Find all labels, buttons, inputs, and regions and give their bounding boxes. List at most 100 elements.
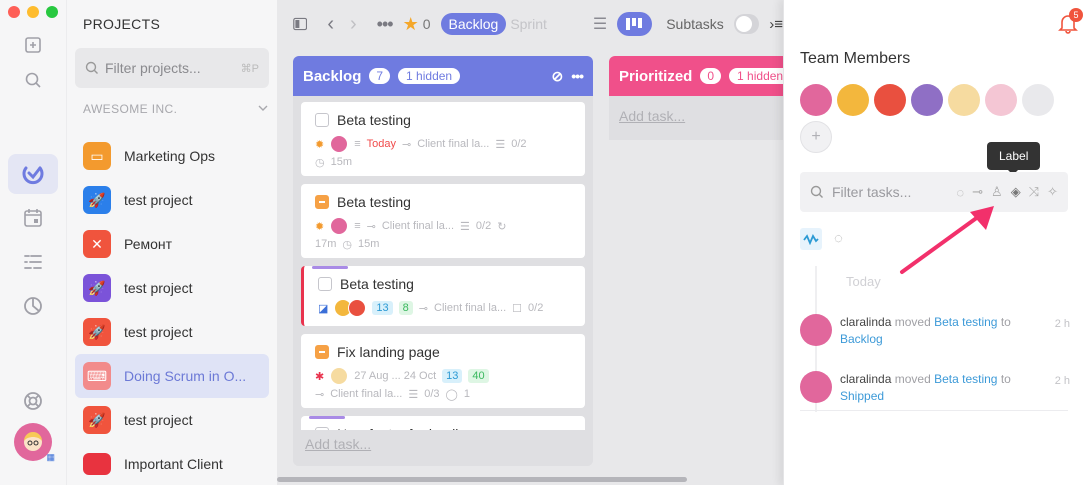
back-arrow-icon[interactable]: ‹ [327, 13, 334, 36]
board-view-icon[interactable] [617, 12, 653, 36]
tasks-icon[interactable] [8, 154, 58, 194]
more-options-icon[interactable]: ••• [571, 68, 584, 84]
column-prioritized: Prioritized 0 1 hidden Add task... [609, 56, 783, 156]
task-count-badge: 7 [369, 68, 391, 84]
filter-tasks-input[interactable] [832, 184, 942, 200]
search-icon[interactable] [8, 60, 58, 100]
tab-backlog[interactable]: Backlog [440, 13, 507, 35]
project-item-doing-scrum[interactable]: ⌨ Doing Scrum in O... [75, 354, 269, 398]
activity-tab-icon[interactable] [800, 228, 822, 250]
calendar-icon[interactable] [8, 198, 58, 238]
add-member-icon[interactable]: + [800, 121, 832, 153]
checklist-count: 0/2 [475, 220, 492, 232]
user-avatar[interactable]: ▦ [8, 422, 58, 462]
minimize-window-button[interactable] [27, 6, 39, 18]
help-icon[interactable] [8, 381, 58, 421]
zoom-window-button[interactable] [46, 6, 58, 18]
hidden-count-badge[interactable]: 1 hidden [398, 68, 461, 84]
timeline-date: Today [846, 274, 881, 289]
link-icon: ⊸ [402, 138, 412, 151]
forward-arrow-icon[interactable]: › [350, 13, 357, 36]
projects-title: PROJECTS [83, 16, 161, 32]
sparkle-filter-icon[interactable]: ✧ [1047, 184, 1058, 200]
project-item-marketing-ops[interactable]: ▭ Marketing Ops [75, 134, 269, 178]
eye-off-icon[interactable]: ⊘ [552, 68, 564, 85]
activity-target-link[interactable]: Backlog [840, 332, 883, 346]
activity-task-link[interactable]: Beta testing [934, 372, 997, 386]
project-item-test-project[interactable]: 🚀 test project [75, 266, 269, 310]
shuffle-filter-icon[interactable]: ⤨ [1029, 184, 1039, 200]
link-filter-icon[interactable]: ⊸ [972, 184, 983, 200]
rocket-icon: 🚀 [83, 186, 111, 214]
list-view-icon[interactable]: ☰ [593, 14, 607, 34]
checklist-icon: ☰ [460, 220, 470, 233]
subtasks-toggle[interactable] [733, 14, 760, 34]
column-body: Add task... [609, 96, 783, 140]
link-icon: ⊸ [315, 388, 325, 401]
project-item-important-client[interactable]: Important Client [75, 442, 269, 485]
horizontal-scrollbar[interactable] [277, 477, 687, 482]
add-task-link[interactable]: Add task... [303, 434, 583, 460]
star-icon[interactable]: ★ [403, 14, 419, 35]
assignee-avatar [330, 367, 349, 385]
more-options-icon[interactable]: ••• [377, 14, 394, 35]
task-card[interactable]: Beta testing ✹ ≡ Today ⊸ Client final la… [301, 102, 585, 176]
column-backlog: Backlog 7 1 hidden ⊘ ••• Beta testing ✹ … [293, 56, 593, 466]
organization-header[interactable]: AWESOME INC. [83, 102, 269, 116]
divider [800, 410, 1068, 411]
tab-sprint[interactable]: Sprint [510, 16, 547, 32]
close-window-button[interactable] [8, 6, 20, 18]
comment-icon: ◯ [445, 388, 458, 401]
task-card[interactable]: Fix landing page ✱ 27 Aug ... 24 Oct 13 … [301, 334, 585, 408]
notifications-bell-icon[interactable]: 5 [1057, 8, 1083, 34]
organization-name: AWESOME INC. [83, 102, 178, 116]
time-estimate: 15m [358, 238, 380, 250]
member-avatar[interactable] [911, 84, 943, 116]
collapse-panel-icon[interactable]: ›≡ [769, 16, 783, 33]
label-strip [309, 416, 345, 419]
member-avatar[interactable] [837, 84, 869, 116]
column-header: Backlog 7 1 hidden ⊘ ••• [293, 56, 593, 96]
activity-target-link[interactable]: Shipped [840, 389, 884, 403]
user-filter-icon[interactable]: ♙ [991, 184, 1003, 200]
project-item-remont[interactable]: ✕ Ремонт [75, 222, 269, 266]
comment-filter-icon[interactable]: ◌ [956, 185, 964, 200]
member-avatar[interactable] [1022, 84, 1054, 116]
linked-task: Client final la... [417, 138, 490, 150]
member-avatar[interactable] [948, 84, 980, 116]
priority-icon: ✹ [315, 220, 325, 233]
description-icon: ≡ [354, 138, 361, 150]
task-checkbox[interactable] [318, 277, 332, 291]
task-checkbox[interactable] [315, 113, 329, 127]
column-header: Prioritized 0 1 hidden [609, 56, 783, 96]
project-item-test-project[interactable]: 🚀 test project [75, 398, 269, 442]
avatar [800, 371, 832, 403]
project-item-test-project[interactable]: 🚀 test project [75, 178, 269, 222]
reports-icon[interactable] [8, 286, 58, 326]
comments-tab-icon[interactable]: ◌ [834, 230, 843, 247]
member-avatar[interactable] [800, 84, 832, 116]
project-item-test-project[interactable]: 🚀 test project [75, 310, 269, 354]
icon-rail: ▦ [0, 0, 67, 485]
timeline-icon[interactable] [8, 242, 58, 282]
member-avatar[interactable] [874, 84, 906, 116]
hidden-count-badge[interactable]: 1 hidden [729, 68, 783, 84]
add-task-link[interactable]: Add task... [617, 102, 775, 132]
clock-icon: ◷ [315, 156, 325, 169]
new-item-icon[interactable] [8, 25, 58, 65]
activity-task-link[interactable]: Beta testing [934, 315, 997, 329]
notification-count-badge: 5 [1069, 8, 1083, 22]
story-points-badge: 13 [442, 369, 463, 383]
task-title: Fix landing page [337, 344, 440, 360]
checklist-count: 0/3 [424, 388, 440, 400]
project-filter[interactable]: ⌘P [75, 48, 269, 88]
column-title: Backlog [303, 67, 362, 85]
filter-projects-input[interactable] [105, 60, 225, 76]
member-avatar[interactable] [985, 84, 1017, 116]
task-card[interactable]: Beta testing ✹ ≡ ⊸ Client final la... ☰ … [301, 184, 585, 258]
label-filter-icon[interactable]: ◈ [1011, 184, 1021, 200]
task-checkbox[interactable] [315, 195, 329, 209]
task-checkbox[interactable] [315, 345, 329, 359]
task-card[interactable]: Beta testing ◪ 13 8 ⊸ Client final la...… [301, 266, 585, 326]
sidebar-toggle-icon[interactable] [293, 16, 308, 32]
